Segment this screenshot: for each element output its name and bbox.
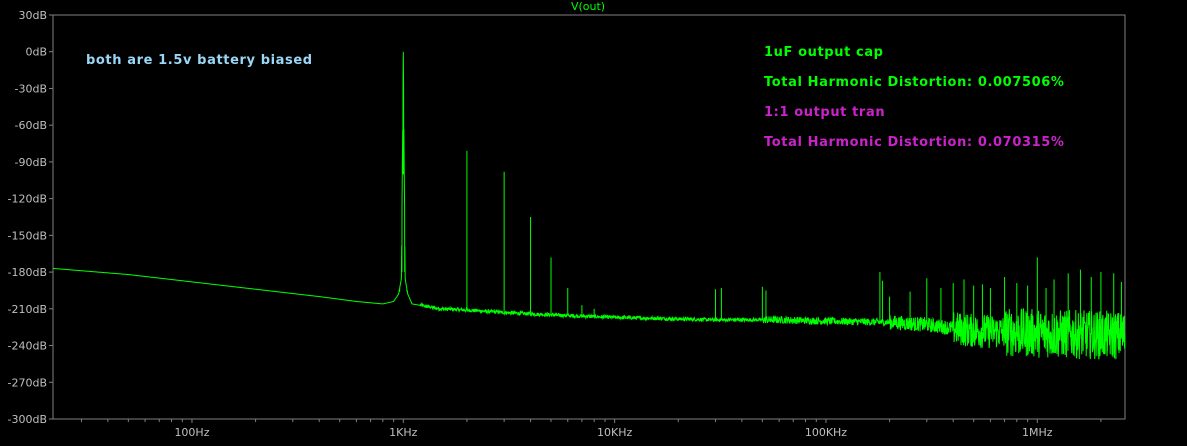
y-tick-label: -60dB (15, 119, 48, 132)
x-tick-label: 10KHz (597, 426, 632, 439)
spectrum-chart: V(out) 30dB 0dB -30dB -60dB -90dB -120dB -150d… (8, 0, 1126, 439)
y-tick-label: -150dB (8, 229, 48, 242)
annotation-battery-note: both are 1.5v battery biased (86, 53, 313, 68)
y-tick-label: -300dB (8, 413, 48, 426)
x-axis: 100Hz 1KHz 10KHz 100KHz 1MHz (80, 419, 1102, 439)
x-tick-label: 100KHz (805, 426, 847, 439)
y-axis: 30dB 0dB -30dB -60dB -90dB -120dB -150dB -180dB… (8, 9, 53, 426)
y-tick-label: -270dB (8, 376, 48, 389)
x-tick-label: 100Hz (174, 426, 209, 439)
series-layer (53, 51, 1126, 360)
y-tick-label: -30dB (15, 82, 48, 95)
x-tick-label: 1KHz (389, 426, 417, 439)
y-tick-label: -90dB (15, 156, 48, 169)
y-tick-label: -180dB (8, 266, 48, 279)
y-tick-label: -240dB (8, 340, 48, 353)
y-tick-label: 0dB (25, 46, 47, 59)
y-tick-label: -210dB (8, 303, 48, 316)
legend-cap-thd: Total Harmonic Distortion: 0.007506% (764, 75, 1065, 90)
legend-tran-thd: Total Harmonic Distortion: 0.070315% (764, 135, 1065, 150)
x-tick-label: 1MHz (1022, 426, 1053, 439)
chart-title: V(out) (571, 0, 605, 13)
legend-cap-label: 1uF output cap (764, 45, 884, 60)
y-tick-label: -120dB (8, 193, 48, 206)
legend-tran-label: 1:1 output tran (764, 105, 885, 120)
y-tick-label: 30dB (18, 9, 47, 22)
